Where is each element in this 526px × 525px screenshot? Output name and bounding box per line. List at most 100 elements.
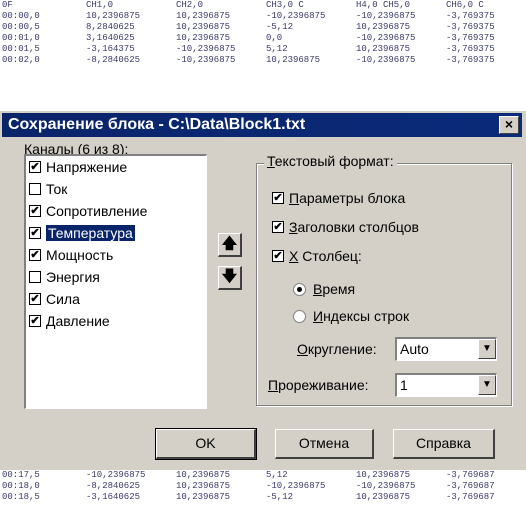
channel-label: Мощность (46, 247, 114, 263)
table-cell: -10,2396875 (356, 481, 416, 491)
time-radio[interactable] (293, 282, 306, 296)
table-row: 00:01,0 3,1640625 10,2396875 0,0 -10,2396875… (0, 33, 526, 44)
table-row: 00:18,5 -3,1640625 10,2396875 -5,12 10,23968… (0, 492, 526, 503)
table-cell: -3,769687 (446, 481, 495, 491)
time-label: Время (313, 281, 356, 297)
save-block-dialog: Сохранение блока - C:\Data\Block1.txt × … (0, 110, 526, 470)
table-cell: CH2,0 (176, 0, 204, 10)
table-cell: -10,2396875 (176, 55, 236, 65)
channel-checkbox[interactable]: ✔ (29, 293, 41, 305)
list-item[interactable]: ✔ Сопротивление (26, 200, 206, 222)
table-cell: CH1,0 (86, 0, 114, 10)
dialog-titlebar[interactable]: Сохранение блока - C:\Data\Block1.txt × (2, 113, 522, 137)
time-radio-option[interactable]: Время (293, 281, 355, 297)
block-params-option[interactable]: ✔ Параметры блока (272, 190, 405, 206)
table-cell: 00:00,0 (2, 11, 40, 21)
list-item[interactable]: ✔ Сила (26, 288, 206, 310)
table-cell: -3,1640625 (86, 492, 141, 502)
x-column-option[interactable]: ✔ Х Столбец: (272, 248, 362, 264)
chevron-down-icon[interactable]: ▼ (478, 375, 496, 395)
table-cell: 10,2396875 (266, 55, 321, 65)
row-indices-radio-option[interactable]: Индексы строк (293, 308, 409, 324)
channel-checkbox[interactable]: ✔ (29, 249, 41, 261)
rounding-value: Auto (400, 341, 429, 357)
table-cell: 00:00,5 (2, 22, 40, 32)
decimation-label: Прореживание: (268, 377, 369, 393)
table-row: 00:18,0 -8,2840625 10,2396875 -10,2396875 -1… (0, 481, 526, 492)
table-cell: 5,12 (266, 44, 288, 54)
channels-listbox[interactable]: ✔ Напряжение Ток ✔ Сопротивление ✔ Температура… (24, 154, 207, 409)
background-data-table-bottom: 00:17,5 -10,2396875 10,2396875 5,12 10,23968… (0, 470, 526, 525)
table-cell: 10,2396875 (86, 11, 141, 21)
table-row: 00:00,5 8,2840625 10,2396875 -5,12 10,239687… (0, 22, 526, 33)
channel-checkbox[interactable]: ✔ (29, 315, 41, 327)
table-row: 00:00,0 10,2396875 10,2396875 -10,2396875 -1… (0, 11, 526, 22)
table-cell: 10,2396875 (356, 44, 411, 54)
move-down-button[interactable]: 🡇 (218, 266, 242, 290)
channel-label: Энергия (46, 269, 100, 285)
table-row: 00:02,0 -8,2840625 -10,2396875 10,2396875 -1… (0, 55, 526, 66)
table-cell: CH3,0 C (266, 0, 304, 10)
table-cell: -8,2840625 (86, 55, 141, 65)
table-cell: 0F (2, 0, 13, 10)
channel-label: Сила (46, 291, 80, 307)
table-cell: -10,2396875 (266, 11, 326, 21)
close-button[interactable]: × (499, 116, 519, 134)
move-up-button[interactable]: 🡅 (218, 233, 242, 257)
decimation-select[interactable]: 1 ▼ (395, 373, 497, 397)
table-cell: 10,2396875 (356, 492, 411, 502)
arrow-up-icon: 🡅 (221, 235, 238, 252)
channel-checkbox[interactable] (29, 183, 41, 195)
block-params-label: Параметры блока (289, 190, 406, 206)
rounding-select[interactable]: Auto ▼ (395, 337, 497, 361)
table-cell: -3,769375 (446, 44, 495, 54)
dialog-title: Сохранение блока - C:\Data\Block1.txt (8, 116, 306, 133)
table-cell: 00:01,0 (2, 33, 40, 43)
list-item[interactable]: ✔ Напряжение (26, 156, 206, 178)
list-item[interactable]: ✔ Давление (26, 310, 206, 332)
block-params-checkbox[interactable]: ✔ (272, 192, 284, 204)
table-cell: H4,0 CH5,0 (356, 0, 411, 10)
table-cell: 10,2396875 (176, 470, 231, 480)
arrow-down-icon: 🡇 (221, 268, 238, 285)
table-cell: 10,2396875 (356, 22, 411, 32)
row-indices-radio[interactable] (293, 309, 306, 323)
table-cell: -10,2396875 (356, 11, 416, 21)
list-item[interactable]: Энергия (26, 266, 206, 288)
table-cell: -10,2396875 (356, 33, 416, 43)
cancel-button[interactable]: Отмена (275, 429, 374, 459)
channel-checkbox[interactable] (29, 271, 41, 283)
table-cell: 10,2396875 (176, 33, 231, 43)
table-cell: -3,769375 (446, 22, 495, 32)
table-cell: -10,2396875 (266, 481, 326, 491)
rounding-label: Округление: (297, 341, 377, 357)
chevron-down-icon[interactable]: ▼ (478, 339, 496, 359)
list-item[interactable]: Ток (26, 178, 206, 200)
channel-checkbox[interactable]: ✔ (29, 205, 41, 217)
table-cell: 10,2396875 (176, 22, 231, 32)
list-item[interactable]: ✔ Мощность (26, 244, 206, 266)
column-headers-option[interactable]: ✔ Заголовки столбцов (272, 219, 419, 235)
close-icon: × (504, 116, 514, 132)
table-cell: -8,2840625 (86, 481, 141, 491)
table-cell: -3,769375 (446, 11, 495, 21)
channel-checkbox[interactable]: ✔ (29, 161, 41, 173)
row-indices-label: Индексы строк (313, 308, 410, 324)
table-cell: 00:01,5 (2, 44, 40, 54)
table-cell: -5,12 (266, 492, 294, 502)
help-button[interactable]: Справка (393, 429, 495, 459)
table-cell: -10,2396875 (356, 55, 416, 65)
column-headers-label: Заголовки столбцов (289, 219, 419, 235)
ok-button[interactable]: OK (155, 428, 257, 460)
channel-label: Сопротивление (46, 203, 148, 219)
table-cell: 5,12 (266, 470, 288, 480)
decimation-value: 1 (400, 377, 408, 393)
channel-checkbox[interactable]: ✔ (29, 227, 41, 239)
column-headers-checkbox[interactable]: ✔ (272, 221, 284, 233)
x-column-checkbox[interactable]: ✔ (272, 250, 284, 262)
list-item[interactable]: ✔ Температура (26, 222, 206, 244)
table-row: 0F CH1,0 CH2,0 CH3,0 C H4,0 CH5,0 CH6,0 C (0, 0, 526, 11)
table-cell: -5,12 (266, 22, 294, 32)
background-data-table-top: 0F CH1,0 CH2,0 CH3,0 C H4,0 CH5,0 CH6,0 C 00:0… (0, 0, 526, 110)
table-row: 00:17,5 -10,2396875 10,2396875 5,12 10,23968… (0, 470, 526, 481)
